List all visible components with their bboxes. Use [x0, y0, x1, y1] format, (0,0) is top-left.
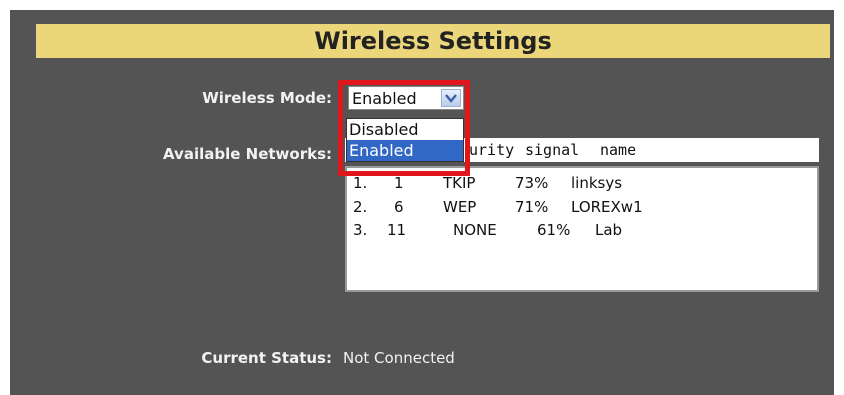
network-index: 1. — [353, 174, 368, 192]
current-status-value: Not Connected — [343, 349, 455, 367]
header-signal: signal — [525, 141, 580, 159]
network-name: Lab — [595, 221, 623, 239]
network-row-3[interactable]: 3. 11 NONE 61% Lab — [347, 220, 817, 240]
page-title: Wireless Settings — [36, 24, 830, 58]
network-row-1[interactable]: 1. 1 TKIP 73% linksys — [347, 173, 817, 193]
network-name: linksys — [571, 174, 623, 192]
wireless-mode-selected-value: Enabled — [352, 89, 417, 108]
network-index: 3. — [353, 221, 368, 239]
network-signal: 73% — [515, 174, 549, 192]
network-signal: 71% — [515, 198, 549, 216]
network-row-2[interactable]: 2. 6 WEP 71% LOREXw1 — [347, 197, 817, 217]
wireless-mode-label: Wireless Mode: — [202, 89, 332, 107]
network-security: WEP — [443, 198, 477, 216]
option-disabled[interactable]: Disabled — [347, 119, 463, 140]
available-networks-list[interactable]: 1. 1 TKIP 73% linksys 2. 6 WEP 71% LOREX… — [345, 166, 819, 292]
header-name: name — [600, 141, 637, 159]
wireless-mode-select[interactable]: Enabled — [348, 86, 464, 110]
option-enabled[interactable]: Enabled — [347, 140, 463, 161]
current-status-label: Current Status: — [201, 349, 332, 367]
network-security: TKIP — [443, 174, 476, 192]
network-channel: 6 — [394, 198, 404, 216]
network-security: NONE — [453, 221, 497, 239]
network-channel: 1 — [394, 174, 404, 192]
network-name: LOREXw1 — [571, 198, 643, 216]
network-signal: 61% — [537, 221, 571, 239]
header-security: urity — [469, 141, 515, 159]
available-networks-label: Available Networks: — [162, 145, 332, 163]
network-channel: 11 — [387, 221, 407, 239]
network-index: 2. — [353, 198, 368, 216]
wireless-mode-dropdown[interactable]: Disabled Enabled — [346, 118, 464, 162]
chevron-down-icon[interactable] — [441, 89, 461, 107]
